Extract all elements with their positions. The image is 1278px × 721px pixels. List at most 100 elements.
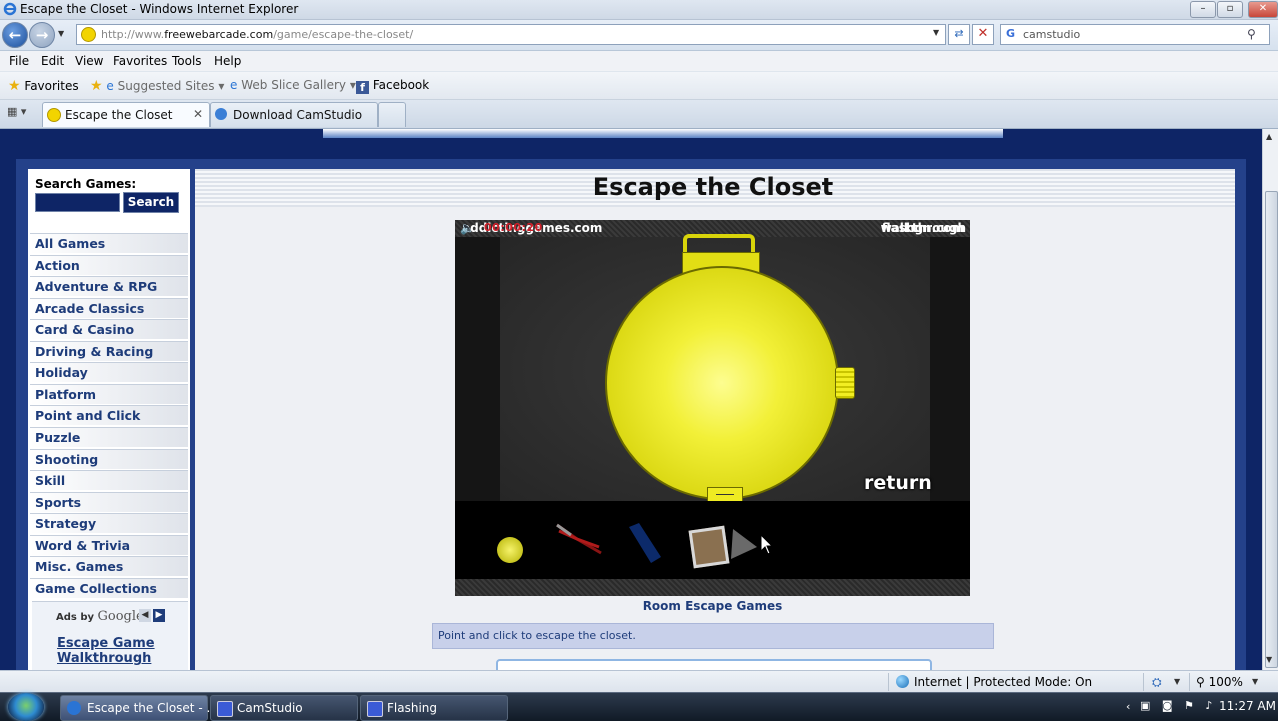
inventory-watch[interactable]	[497, 537, 523, 563]
favorites-bar: ★ Favorites ★ e Suggested Sites ▾ e Web …	[0, 72, 1278, 100]
favorites-button[interactable]: ★ Favorites	[8, 78, 79, 94]
search-query[interactable]: camstudio	[1023, 28, 1080, 41]
forward-button[interactable]: →	[29, 22, 55, 48]
category-sports[interactable]: Sports	[30, 492, 188, 512]
tab-escape-the-closet[interactable]: Escape the Closet ✕	[42, 102, 210, 127]
ad-link[interactable]: Escape Game Walkthrough	[57, 636, 177, 666]
menu-view[interactable]: View	[75, 54, 103, 68]
category-word-trivia[interactable]: Word & Trivia	[30, 535, 188, 555]
tab-label: Escape the Closet	[65, 108, 173, 122]
menu-favorites[interactable]: Favorites	[113, 54, 167, 68]
ad-next-button[interactable]: ▶	[153, 609, 165, 622]
zoom-dropdown-icon[interactable]: ▼	[1252, 677, 1258, 686]
category-misc-games[interactable]: Misc. Games	[30, 556, 188, 576]
inventory-picture[interactable]	[688, 525, 730, 569]
game-embed[interactable]: addictinggames.com flashgn.com return 🔈 …	[455, 220, 970, 596]
taskbar-label: Flashing	[387, 701, 438, 715]
category-game-collections[interactable]: Game Collections	[30, 578, 188, 598]
divider	[1189, 673, 1190, 691]
menu-file[interactable]: File	[9, 54, 29, 68]
game-left-wall	[455, 237, 500, 501]
category-point-and-click[interactable]: Point and Click	[30, 405, 188, 425]
category-all-games[interactable]: All Games	[30, 233, 188, 253]
watch-crown[interactable]	[835, 367, 855, 399]
category-card-casino[interactable]: Card & Casino	[30, 319, 188, 339]
maximize-button[interactable]: ▫	[1217, 1, 1243, 18]
category-driving-racing[interactable]: Driving & Racing	[30, 341, 188, 361]
category-action[interactable]: Action	[30, 255, 188, 275]
taskbar-item-camstudio[interactable]: CamStudio	[210, 695, 358, 721]
window-title: Escape the Closet - Windows Internet Exp…	[20, 2, 299, 16]
inventory-bar	[455, 501, 970, 579]
pocket-watch[interactable]	[605, 266, 839, 500]
menu-tools[interactable]: Tools	[172, 54, 202, 68]
show-hidden-icons-icon[interactable]: ‹	[1126, 700, 1130, 713]
menu-edit[interactable]: Edit	[41, 54, 64, 68]
close-window-button[interactable]: ✕	[1248, 1, 1278, 18]
sound-icon[interactable]: 🔈	[460, 221, 478, 235]
camstudio-icon	[217, 701, 233, 717]
inventory-tape[interactable]	[625, 521, 665, 565]
category-strategy[interactable]: Strategy	[30, 513, 188, 533]
category-shooting[interactable]: Shooting	[30, 449, 188, 469]
game-right-wall	[930, 237, 970, 501]
search-icon[interactable]: ⚲	[1247, 27, 1256, 41]
walkthrough-link[interactable]: walkthrough	[881, 221, 966, 235]
dropdown-icon[interactable]: ▼	[1174, 677, 1180, 686]
start-button[interactable]	[8, 693, 44, 721]
search-input[interactable]: G camstudio ⚲	[1000, 24, 1270, 45]
scroll-up-icon[interactable]: ▲	[1266, 132, 1272, 141]
clock[interactable]: 11:27 AM	[1219, 699, 1276, 713]
new-tab-button[interactable]	[378, 102, 406, 127]
protected-mode-icon[interactable]: ⛭	[1152, 675, 1162, 690]
ad-prev-button[interactable]: ◀	[139, 609, 151, 622]
address-dropdown-icon[interactable]: ▼	[933, 28, 939, 37]
zoom-level[interactable]: ⚲ 100%	[1196, 675, 1243, 689]
game-bottom-bar	[455, 579, 970, 596]
category-platform[interactable]: Platform	[30, 384, 188, 404]
web-slice-gallery-link[interactable]: e Web Slice Gallery ▾	[230, 78, 356, 92]
camstudio-favicon-icon	[215, 108, 227, 120]
zoom-icon: ⚲	[1196, 675, 1205, 689]
search-button[interactable]: Search	[123, 192, 179, 213]
inventory-glass-shard[interactable]	[729, 525, 759, 561]
page-favicon-icon	[81, 27, 96, 42]
tab-download-camstudio[interactable]: Download CamStudio	[210, 102, 378, 127]
game-category-link[interactable]: Room Escape Games	[455, 599, 970, 613]
stop-button[interactable]: ✕	[972, 24, 994, 45]
ie-logo-icon	[3, 2, 17, 16]
category-skill[interactable]: Skill	[30, 470, 188, 490]
recent-pages-dropdown-icon[interactable]: ▼	[58, 29, 64, 38]
address-url[interactable]: http://www.freewebarcade.com/game/escape…	[101, 28, 413, 41]
minimize-button[interactable]: –	[1190, 1, 1216, 18]
menu-help[interactable]: Help	[214, 54, 241, 68]
taskbar-item-flashing[interactable]: Flashing	[360, 695, 508, 721]
suggested-sites-link[interactable]: ★ e Suggested Sites ▾	[90, 78, 224, 94]
facebook-link[interactable]: f Facebook	[356, 78, 429, 94]
ie-icon: e	[106, 79, 114, 93]
category-holiday[interactable]: Holiday	[30, 362, 188, 382]
inventory-pliers[interactable]	[555, 521, 605, 557]
address-field[interactable]: http://www.freewebarcade.com/game/escape…	[76, 24, 946, 45]
tray-icons[interactable]: ▣ ◙ ⚑ ♪	[1140, 699, 1216, 712]
add-favorite-icon: ★	[90, 78, 103, 94]
page-title: Escape the Closet	[592, 173, 834, 201]
mouse-cursor-icon	[760, 534, 774, 555]
category-puzzle[interactable]: Puzzle	[30, 427, 188, 447]
divider	[888, 673, 889, 691]
scroll-thumb[interactable]	[1265, 191, 1278, 668]
return-button[interactable]: return	[864, 472, 932, 494]
close-tab-icon[interactable]: ✕	[193, 107, 203, 121]
back-button[interactable]: ←	[2, 22, 28, 48]
scroll-down-icon[interactable]: ▼	[1266, 655, 1272, 664]
search-games-label: Search Games:	[35, 177, 137, 191]
vertical-scrollbar[interactable]: ▲ ▼	[1262, 129, 1278, 670]
search-games-input[interactable]	[35, 193, 120, 212]
category-adventure-rpg[interactable]: Adventure & RPG	[30, 276, 188, 296]
quick-tabs-icon[interactable]: ▦ ▾	[7, 105, 39, 121]
taskbar-item-escape-the-closet[interactable]: Escape the Closet - ...	[60, 695, 218, 721]
ie-icon	[67, 701, 81, 715]
security-zone[interactable]: Internet | Protected Mode: On	[896, 675, 1092, 689]
refresh-button[interactable]: ⇄	[948, 24, 970, 45]
category-arcade-classics[interactable]: Arcade Classics	[30, 298, 188, 318]
